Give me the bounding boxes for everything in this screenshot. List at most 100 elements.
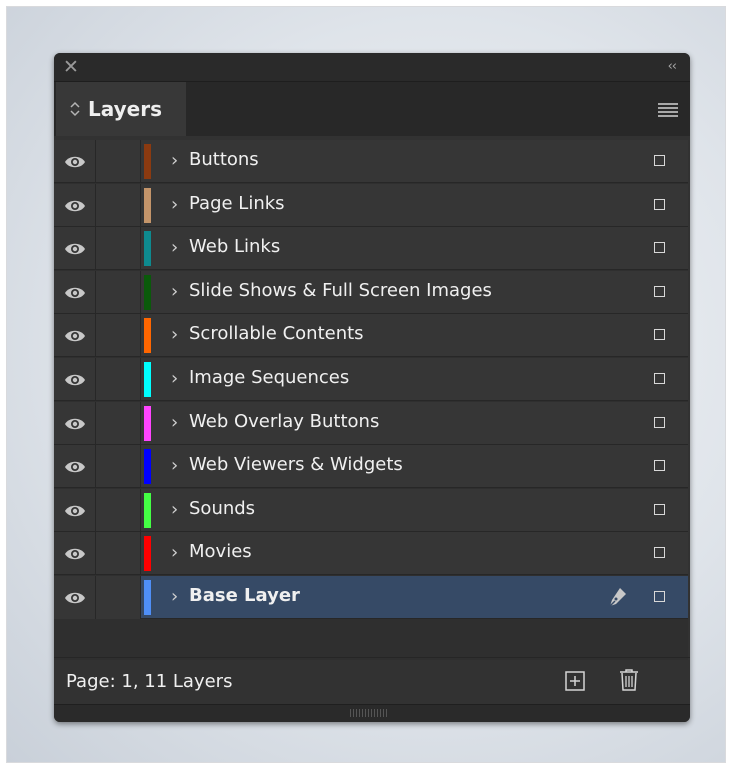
layer-row[interactable]: › Movies	[54, 532, 688, 575]
visibility-toggle[interactable]	[54, 184, 96, 227]
chevron-right-icon[interactable]: ›	[171, 500, 178, 520]
chevron-right-icon[interactable]: ›	[171, 456, 178, 476]
layer-color-swatch	[144, 275, 151, 310]
eye-icon	[64, 461, 85, 472]
layer-name: Page Links	[189, 193, 285, 214]
layer-color-swatch	[144, 231, 151, 266]
selection-checkbox[interactable]	[654, 286, 665, 297]
layer-name: Sounds	[189, 498, 256, 519]
selection-checkbox[interactable]	[654, 547, 665, 558]
lock-toggle[interactable]	[96, 532, 141, 575]
selection-checkbox[interactable]	[654, 504, 665, 515]
layer-name: Scrollable Contents	[189, 323, 364, 344]
chevron-right-icon[interactable]: ›	[171, 325, 178, 345]
eye-icon	[64, 287, 85, 298]
lock-toggle[interactable]	[96, 314, 141, 357]
tab-layers[interactable]: Layers	[56, 82, 186, 136]
selection-checkbox[interactable]	[654, 242, 665, 253]
visibility-toggle[interactable]	[54, 140, 96, 183]
close-icon[interactable]: ✕	[63, 57, 79, 77]
layers-panel: ✕ ‹‹ Layers › Buttons › Page Links › Web Link…	[54, 53, 690, 722]
selection-checkbox[interactable]	[654, 199, 665, 210]
eye-icon	[64, 330, 85, 341]
chevron-right-icon[interactable]: ›	[171, 587, 178, 607]
layer-name: Web Overlay Buttons	[189, 411, 380, 432]
layer-row[interactable]: › Page Links	[54, 184, 688, 227]
chevron-right-icon[interactable]: ›	[171, 151, 178, 171]
panel-titlebar: ✕ ‹‹	[54, 53, 690, 81]
layer-row[interactable]: › Sounds	[54, 489, 688, 532]
panel-resize-strip	[54, 704, 690, 722]
layer-name: Web Links	[189, 236, 281, 257]
layer-color-swatch	[144, 318, 151, 353]
layer-row[interactable]: › Web Viewers & Widgets	[54, 445, 688, 488]
lock-toggle[interactable]	[96, 140, 141, 183]
layer-color-swatch	[144, 449, 151, 484]
lock-toggle[interactable]	[96, 445, 141, 488]
layer-name: Slide Shows & Full Screen Images	[189, 280, 492, 301]
selection-checkbox[interactable]	[654, 155, 665, 166]
chevron-right-icon[interactable]: ›	[171, 238, 178, 258]
pen-icon	[606, 586, 628, 608]
chevron-right-icon[interactable]: ›	[171, 543, 178, 563]
layer-name: Base Layer	[189, 585, 300, 606]
visibility-toggle[interactable]	[54, 532, 96, 575]
lock-toggle[interactable]	[96, 227, 141, 270]
eye-icon	[64, 505, 85, 516]
layer-count-status: Page: 1, 11 Layers	[66, 671, 233, 692]
selection-checkbox[interactable]	[654, 460, 665, 471]
lock-toggle[interactable]	[96, 489, 141, 532]
layer-color-swatch	[144, 493, 151, 528]
layer-color-swatch	[144, 406, 151, 441]
visibility-toggle[interactable]	[54, 576, 96, 619]
visibility-toggle[interactable]	[54, 402, 96, 445]
lock-toggle[interactable]	[96, 576, 141, 619]
layer-row[interactable]: › Web Links	[54, 227, 688, 270]
visibility-toggle[interactable]	[54, 445, 96, 488]
layer-name: Web Viewers & Widgets	[189, 454, 403, 475]
footer-divider	[54, 657, 690, 658]
eye-icon	[64, 548, 85, 559]
selection-checkbox[interactable]	[654, 373, 665, 384]
layer-row[interactable]: › Image Sequences	[54, 358, 688, 401]
selection-checkbox[interactable]	[654, 591, 665, 602]
hamburger-menu-icon[interactable]	[658, 103, 678, 119]
lock-toggle[interactable]	[96, 184, 141, 227]
layer-row[interactable]: › Buttons	[54, 140, 688, 183]
chevron-right-icon[interactable]: ›	[171, 413, 178, 433]
selection-checkbox[interactable]	[654, 417, 665, 428]
layer-row[interactable]: › Slide Shows & Full Screen Images	[54, 271, 688, 314]
resize-grip-icon[interactable]	[350, 709, 390, 717]
layer-color-swatch	[144, 362, 151, 397]
tab-label: Layers	[88, 97, 162, 121]
chevron-right-icon[interactable]: ›	[171, 195, 178, 215]
visibility-toggle[interactable]	[54, 227, 96, 270]
trash-icon[interactable]	[618, 668, 640, 692]
collapse-panel-icon[interactable]: ‹‹	[668, 59, 677, 74]
layer-row[interactable]: › Scrollable Contents	[54, 314, 688, 357]
layer-list: › Buttons › Page Links › Web Links › Slide Show…	[54, 140, 688, 660]
layer-name: Movies	[189, 541, 252, 562]
visibility-toggle[interactable]	[54, 314, 96, 357]
eye-icon	[64, 592, 85, 603]
lock-toggle[interactable]	[96, 402, 141, 445]
lock-toggle[interactable]	[96, 271, 141, 314]
chevron-right-icon[interactable]: ›	[171, 369, 178, 389]
chevron-right-icon[interactable]: ›	[171, 282, 178, 302]
eye-icon	[64, 374, 85, 385]
layer-row[interactable]: › Web Overlay Buttons	[54, 402, 688, 445]
visibility-toggle[interactable]	[54, 271, 96, 314]
layer-row[interactable]: › Base Layer	[54, 576, 688, 619]
layer-color-swatch	[144, 536, 151, 571]
new-layer-icon[interactable]	[565, 671, 585, 691]
lock-toggle[interactable]	[96, 358, 141, 401]
eye-icon	[64, 243, 85, 254]
eye-icon	[64, 156, 85, 167]
visibility-toggle[interactable]	[54, 489, 96, 532]
panel-tab-strip: Layers	[54, 81, 690, 136]
layer-color-swatch	[144, 188, 151, 223]
visibility-toggle[interactable]	[54, 358, 96, 401]
eye-icon	[64, 200, 85, 211]
selection-checkbox[interactable]	[654, 329, 665, 340]
tab-reorder-icon	[70, 101, 80, 117]
